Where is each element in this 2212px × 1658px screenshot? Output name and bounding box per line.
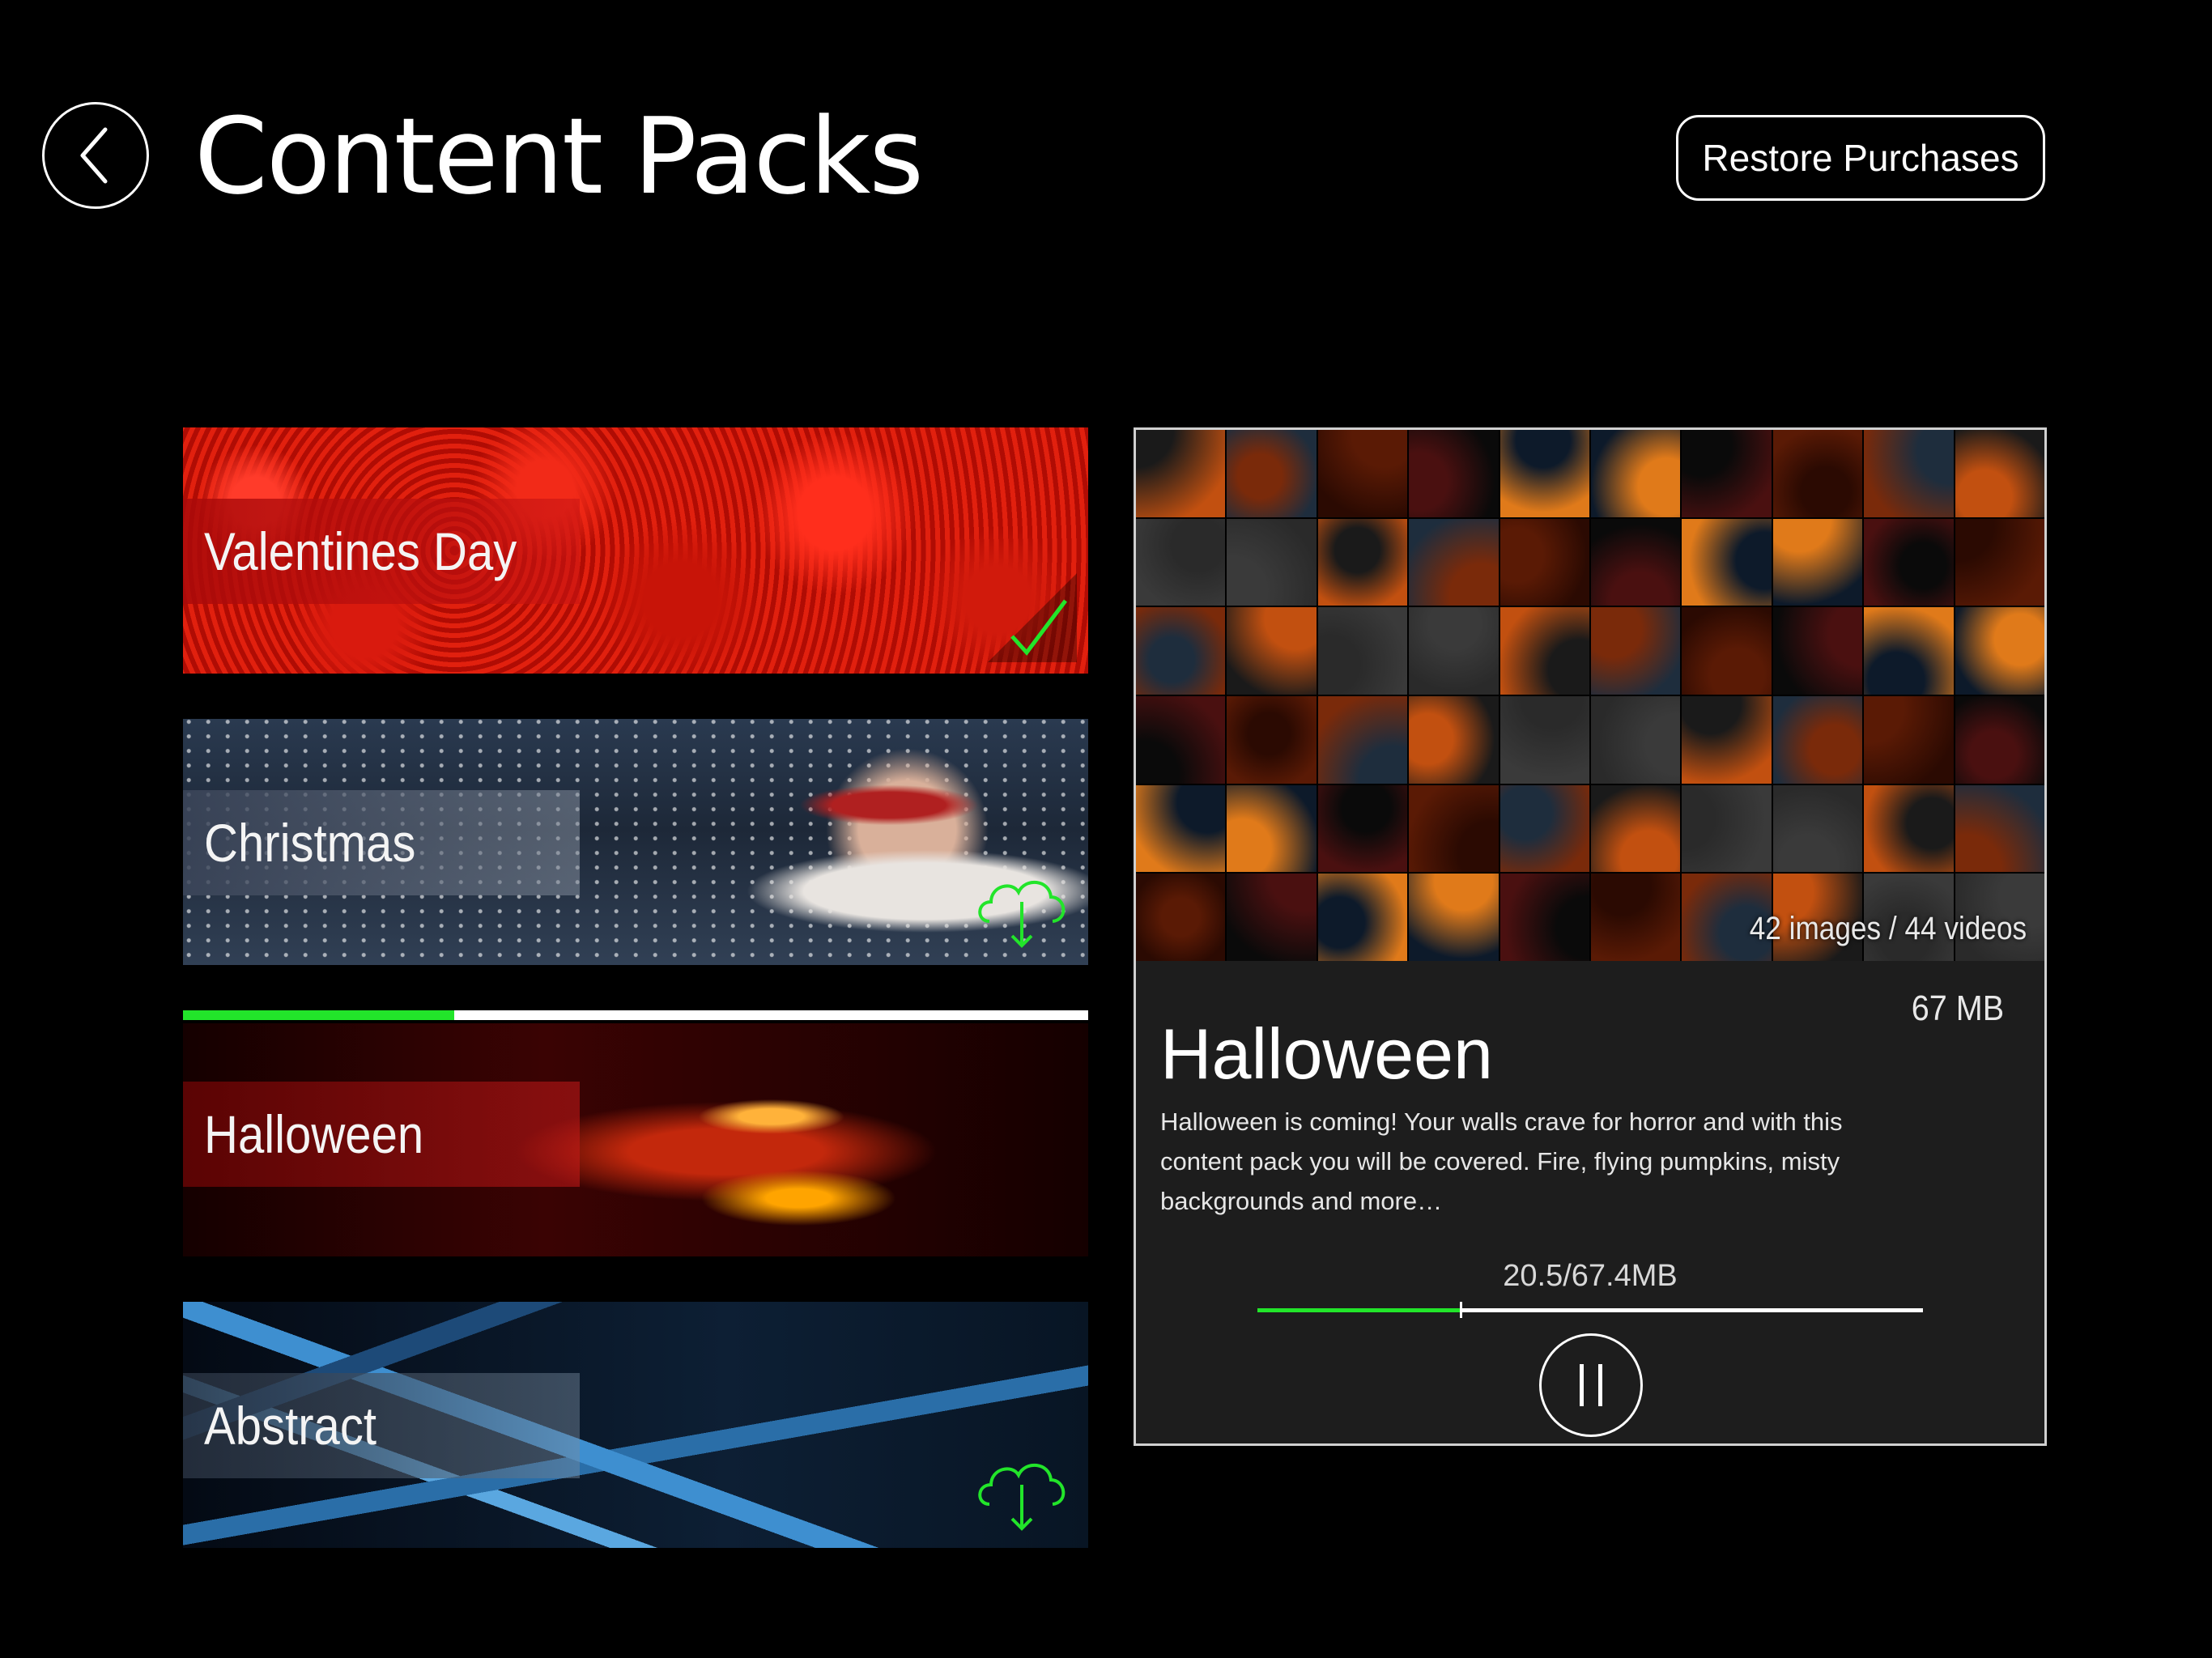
collage-tile (1864, 695, 1954, 784)
progress-fill (183, 1010, 455, 1020)
collage-tile (1591, 430, 1681, 517)
collage-tile (1682, 430, 1772, 517)
pack-label: Valentines Day (204, 521, 517, 581)
pack-download-progress (183, 1010, 1088, 1020)
collage-tile (1136, 518, 1226, 606)
pack-label-band: Christmas (183, 790, 580, 895)
collage-tile (1864, 430, 1954, 517)
cloud-download-icon[interactable] (972, 857, 1077, 954)
collage-tile (1772, 695, 1863, 784)
download-progress-fill (1257, 1308, 1460, 1312)
collage-tile (1227, 607, 1317, 695)
collage-tile (1955, 607, 2044, 695)
page-title: Content Packs (194, 95, 924, 218)
collage-tile (1409, 430, 1499, 517)
collage-tile (1955, 784, 2044, 873)
collage-tile (1317, 874, 1408, 961)
collage-tile (1227, 430, 1317, 517)
collage-tile (1499, 695, 1589, 784)
pack-label-band: Valentines Day (183, 499, 580, 604)
collage-tile (1136, 430, 1226, 517)
pack-label-band: Halloween (183, 1082, 580, 1187)
collage-tile (1409, 874, 1499, 961)
pack-detail-card: 42 images / 44 videos 67 MB Halloween Ha… (1134, 427, 2047, 1446)
collage-tile (1409, 784, 1499, 873)
pack-item-valentines-day[interactable]: Valentines Day (183, 427, 1088, 674)
collage-tile (1409, 518, 1499, 606)
detail-description: Halloween is coming! Your walls crave fo… (1160, 1107, 1843, 1215)
pack-item-christmas[interactable]: Christmas (183, 719, 1088, 965)
collage-tile (1499, 430, 1589, 517)
pack-label: Christmas (204, 813, 416, 873)
content-packs-screen: Content Packs Restore Purchases Valentin… (0, 0, 2212, 1658)
collage-tile (1591, 874, 1681, 961)
download-progress-marker (1459, 1302, 1462, 1318)
collage-tile (1499, 874, 1589, 961)
collage-tile (1955, 518, 2044, 606)
collage-tile (1409, 695, 1499, 784)
pack-item-halloween[interactable]: Halloween (183, 1023, 1088, 1256)
preview-collage (1136, 430, 2044, 961)
collage-tile (1682, 607, 1772, 695)
collage-tile (1227, 784, 1317, 873)
checkmark-icon (988, 573, 1077, 662)
collage-tile (1317, 695, 1408, 784)
pack-item-abstract[interactable]: Abstract (183, 1302, 1088, 1548)
collage-tile (1772, 430, 1863, 517)
collage-tile (1136, 607, 1226, 695)
collage-tile (1499, 607, 1589, 695)
collage-tile (1317, 784, 1408, 873)
pack-label: Halloween (204, 1104, 424, 1164)
detail-title: Halloween (1160, 1014, 1493, 1094)
media-count: 42 images / 44 videos (1749, 911, 2027, 946)
collage-tile (1955, 695, 2044, 784)
collage-tile (1591, 784, 1681, 873)
pack-label-band: Abstract (183, 1373, 580, 1478)
collage-tile (1317, 607, 1408, 695)
collage-tile (1409, 607, 1499, 695)
collage-tile (1591, 518, 1681, 606)
pause-icon (1580, 1364, 1602, 1406)
collage-tile (1682, 695, 1772, 784)
collage-tile (1317, 430, 1408, 517)
collage-tile (1682, 518, 1772, 606)
collage-tile (1591, 607, 1681, 695)
restore-purchases-button[interactable]: Restore Purchases (1676, 115, 2045, 201)
collage-tile (1864, 784, 1954, 873)
collage-tile (1227, 874, 1317, 961)
collage-tile (1136, 695, 1226, 784)
collage-tile (1772, 607, 1863, 695)
collage-tile (1227, 518, 1317, 606)
pause-download-button[interactable] (1539, 1333, 1643, 1437)
collage-tile (1136, 784, 1226, 873)
download-progress-bar (1257, 1302, 1923, 1318)
collage-tile (1499, 518, 1589, 606)
back-button[interactable] (42, 102, 149, 209)
cloud-download-icon[interactable] (972, 1439, 1077, 1537)
collage-tile (1682, 784, 1772, 873)
collage-tile (1864, 607, 1954, 695)
collage-tile (1772, 784, 1863, 873)
collage-tile (1136, 874, 1226, 961)
collage-tile (1499, 784, 1589, 873)
pack-label: Abstract (204, 1396, 377, 1456)
chevron-left-icon (80, 127, 108, 184)
collage-tile (1955, 430, 2044, 517)
collage-tile (1227, 695, 1317, 784)
collage-tile (1772, 518, 1863, 606)
pack-size: 67 MB (1911, 988, 2004, 1028)
collage-tile (1864, 518, 1954, 606)
collage-tile (1317, 518, 1408, 606)
download-progress-text: 20.5/67.4MB (1503, 1259, 1678, 1293)
collage-tile (1591, 695, 1681, 784)
